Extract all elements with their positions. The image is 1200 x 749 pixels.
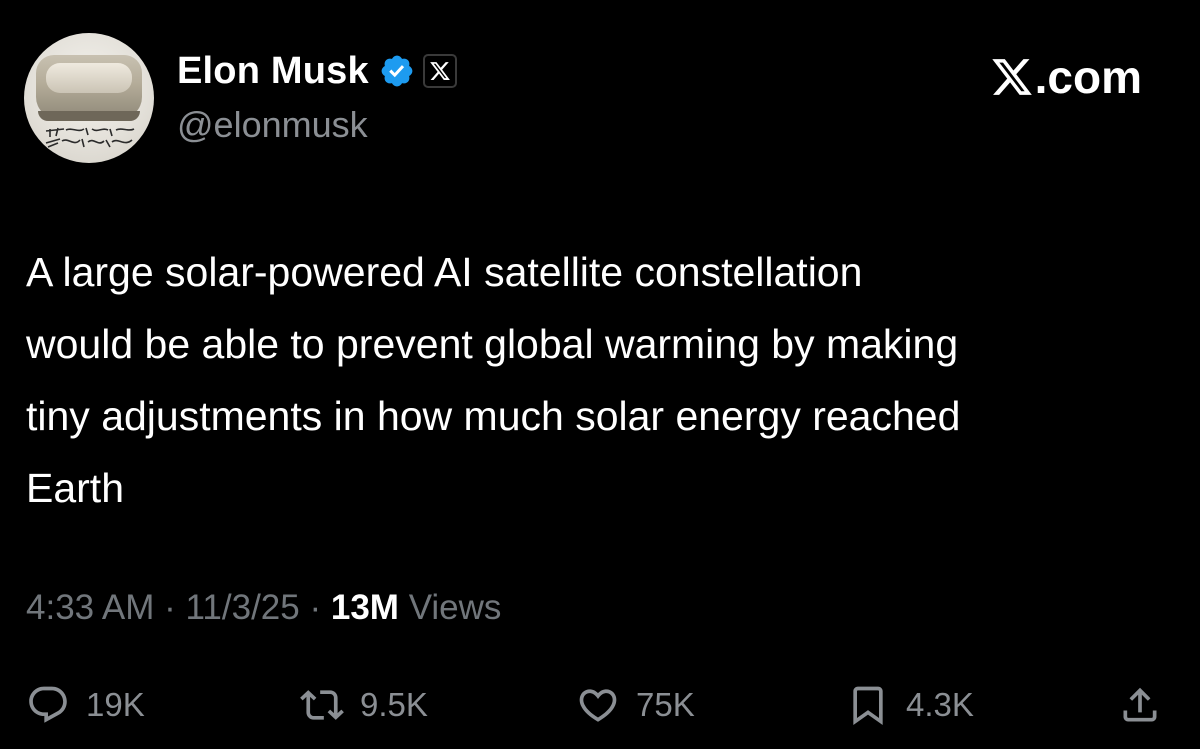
tweet-meta: 4:33 AM · 11/3/25 · 13M Views: [26, 588, 501, 628]
avatar-graffiti-scribble: [45, 127, 135, 148]
author-handle[interactable]: @elonmusk: [177, 104, 368, 146]
repost-button[interactable]: 9.5K: [300, 680, 428, 730]
views-count: 13M: [330, 588, 399, 627]
meta-separator: ·: [164, 588, 176, 627]
tweet-text: A large solar-powered AI satellite const…: [26, 236, 1176, 524]
x-affiliation-badge[interactable]: [422, 54, 457, 88]
avatar-cybertruck-window: [46, 63, 132, 93]
verified-badge-icon[interactable]: [379, 53, 415, 89]
views-label: Views: [408, 588, 502, 627]
tweet-text-line: tiny adjustments in how much solar energ…: [26, 393, 961, 439]
brand-label: .com: [1034, 51, 1142, 103]
share-icon: [1123, 687, 1157, 722]
avatar[interactable]: [24, 33, 154, 163]
bookmark-icon: [853, 686, 883, 726]
repost-icon: [300, 690, 344, 720]
like-count: 75K: [636, 686, 695, 723]
tweet-time[interactable]: 4:33 AM: [26, 588, 154, 627]
like-button[interactable]: 75K: [576, 680, 695, 730]
repost-count: 9.5K: [360, 686, 428, 723]
tweet-date[interactable]: 11/3/25: [186, 588, 300, 627]
reply-icon: [29, 686, 67, 723]
meta-separator: ·: [309, 588, 322, 627]
tweet-text-line: would be able to prevent global warming …: [26, 321, 959, 367]
x-affiliation-icon: [429, 62, 450, 80]
author-display-name[interactable]: Elon Musk: [177, 50, 369, 93]
bookmark-count: 4.3K: [906, 686, 974, 723]
x-logo-icon: [991, 59, 1032, 95]
avatar-cybertruck-base: [38, 111, 140, 121]
tweet-text-line: Earth: [26, 465, 124, 511]
reply-count: 19K: [86, 686, 145, 723]
author-name-row: Elon Musk: [177, 48, 457, 94]
share-button[interactable]: [1118, 680, 1162, 730]
tweet-text-line: A large solar-powered AI satellite const…: [26, 249, 863, 295]
heart-icon: [579, 689, 617, 722]
bookmark-button[interactable]: 4.3K: [846, 680, 974, 730]
brand-watermark: .com: [990, 50, 1142, 104]
reply-button[interactable]: 19K: [26, 680, 145, 730]
